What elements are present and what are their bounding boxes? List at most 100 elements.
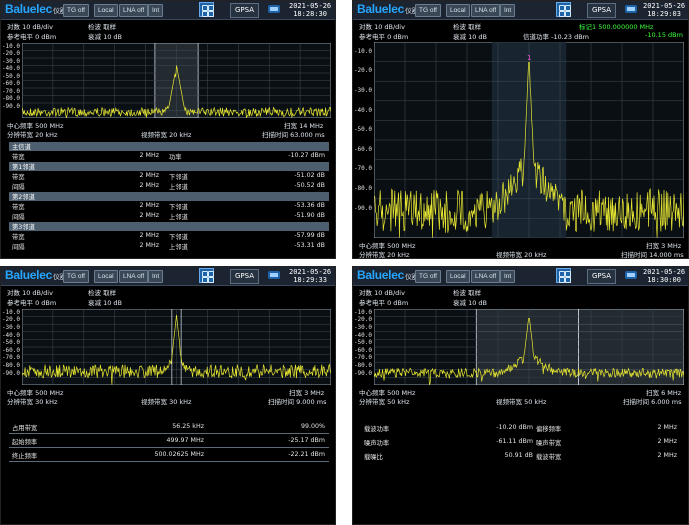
y-tick-label: -30.0 bbox=[353, 87, 372, 94]
int-button[interactable]: Int bbox=[148, 270, 164, 283]
table-cell: 载噪比 bbox=[364, 454, 383, 461]
y-tick-label: -50.0 bbox=[353, 126, 372, 134]
table-cell: 2 MHz bbox=[657, 438, 677, 445]
lna-button[interactable]: LNA off bbox=[471, 4, 501, 17]
rbw-label: 分辨带宽 30 kHz bbox=[7, 398, 58, 406]
row-divider bbox=[9, 461, 329, 462]
header-bar: Baluelec仪器 TG off Local LNA off Int GPSA… bbox=[353, 1, 688, 20]
table-cell: 2 MHz bbox=[139, 172, 159, 179]
table-cell: 终止频率 bbox=[12, 453, 38, 460]
local-button[interactable]: Local bbox=[446, 4, 470, 17]
table-section-header: 第1邻道 bbox=[9, 162, 329, 171]
y-tick-label: -50.0 bbox=[353, 339, 372, 347]
attenuation-label: 衰减 10 dB bbox=[88, 299, 122, 307]
attenuation-label: 衰减 10 dB bbox=[453, 299, 487, 307]
lna-button[interactable]: LNA off bbox=[119, 4, 149, 17]
table-cell: 带宽 bbox=[12, 154, 25, 161]
table-row: 终止频率 500.02625 MHz -22.21 dBm bbox=[9, 451, 329, 460]
y-tick-label: -30.0 bbox=[1, 324, 20, 331]
y-tick-label: -70.0 bbox=[353, 354, 372, 362]
table-cell: 间隔 bbox=[12, 214, 25, 221]
mode-gpsa-button[interactable]: GPSA bbox=[230, 269, 260, 284]
int-button[interactable]: Int bbox=[148, 4, 164, 17]
local-button[interactable]: Local bbox=[94, 270, 118, 283]
section-label: 第3邻道 bbox=[12, 224, 35, 231]
table-cell: 上邻道 bbox=[169, 214, 188, 221]
y-tick-label: -30.0 bbox=[353, 324, 372, 331]
y-tick-label: -80.0 bbox=[1, 95, 20, 103]
y-tick-label: -80.0 bbox=[1, 362, 20, 369]
menu-grid-icon[interactable] bbox=[199, 268, 214, 283]
table-cell: 带宽 bbox=[12, 204, 25, 211]
y-tick-label: -90.0 bbox=[353, 369, 372, 377]
lna-button[interactable]: LNA off bbox=[119, 270, 149, 283]
scale-label: 对数 10 dB/div bbox=[359, 23, 405, 31]
table-cell: 2 MHz bbox=[139, 232, 159, 239]
ref-level-label: 参考电平 0 dBm bbox=[359, 299, 409, 307]
section-label: 第1邻道 bbox=[12, 164, 35, 171]
table-row: 载波功率 -10.20 dBm 偏移频率 2 MHz bbox=[361, 424, 681, 433]
int-button[interactable]: Int bbox=[500, 4, 516, 17]
y-tick-label: -60.0 bbox=[1, 80, 20, 88]
mode-gpsa-button[interactable]: GPSA bbox=[587, 269, 617, 284]
table-section-header: 主信道 bbox=[9, 142, 329, 151]
table-cell: -61.11 dBm bbox=[496, 438, 533, 445]
table-cell: -51.02 dB bbox=[294, 172, 325, 179]
vbw-label: 视频带宽 20 kHz bbox=[141, 131, 192, 139]
table-cell: 下邻道 bbox=[169, 234, 188, 241]
y-axis-labels: -10.0 -20.0 -30.0 -40.0 -50.0 -60.0 -70.0 -80.0… bbox=[1, 41, 21, 121]
tg-button[interactable]: TG off bbox=[415, 4, 441, 17]
table-cell: -57.99 dB bbox=[294, 232, 325, 239]
y-tick-label: -80.0 bbox=[353, 185, 372, 192]
row-divider bbox=[9, 447, 329, 448]
table-cell: 上邻道 bbox=[169, 184, 188, 191]
tg-button[interactable]: TG off bbox=[63, 270, 89, 283]
table-cell: 载波带宽 bbox=[536, 454, 562, 461]
tg-button[interactable]: TG off bbox=[63, 4, 89, 17]
spectrum-plot: 1 bbox=[374, 42, 684, 238]
menu-grid-icon[interactable] bbox=[199, 2, 214, 17]
table-row: 带宽 2 MHz 下邻道 -51.02 dB bbox=[9, 172, 329, 181]
menu-grid-icon[interactable] bbox=[556, 268, 571, 283]
y-tick-label: -40.0 bbox=[353, 331, 372, 339]
table-cell: 2 MHz bbox=[139, 212, 159, 219]
lna-button[interactable]: LNA off bbox=[471, 270, 501, 283]
y-tick-label: -40.0 bbox=[1, 65, 20, 73]
y-tick-label: -60.0 bbox=[353, 145, 372, 153]
table-cell: 2 MHz bbox=[657, 452, 677, 459]
table-row: 带宽 2 MHz 下邻道 -53.36 dB bbox=[9, 202, 329, 211]
y-tick-label: -70.0 bbox=[353, 165, 372, 173]
spectrum-svg bbox=[22, 43, 331, 118]
y-tick-label: -10.0 bbox=[1, 308, 20, 316]
mode-gpsa-button[interactable]: GPSA bbox=[230, 3, 260, 18]
table-cell: 带宽 bbox=[12, 174, 25, 181]
table-row: 间隔 2 MHz 上邻道 -50.52 dB bbox=[9, 182, 329, 191]
table-cell: 下邻道 bbox=[169, 174, 188, 181]
table-row: 载噪比 50.91 dB 载波带宽 2 MHz bbox=[361, 452, 681, 461]
menu-grid-icon[interactable] bbox=[556, 2, 571, 17]
tg-button[interactable]: TG off bbox=[415, 270, 441, 283]
y-tick-label: -90.0 bbox=[1, 369, 20, 377]
table-cell: 500.02625 MHz bbox=[154, 451, 204, 458]
panel-occupied-bw: Baluelec仪器 TG off Local LNA off Int GPSA… bbox=[0, 266, 336, 525]
table-cell: 下邻道 bbox=[169, 204, 188, 211]
brand-logo: Baluelec仪器 bbox=[5, 2, 67, 16]
datetime: 2021-05-26 18:29:03 bbox=[643, 2, 686, 18]
panel-channel-power: Baluelec仪器 TG off Local LNA off Int GPSA… bbox=[352, 0, 689, 259]
table-row: 间隔 2 MHz 上邻道 -51.90 dB bbox=[9, 212, 329, 221]
table-cell: 偏移频率 bbox=[536, 426, 562, 433]
int-button[interactable]: Int bbox=[500, 270, 516, 283]
table-row: 噪声功率 -61.11 dBm 噪声带宽 2 MHz bbox=[361, 438, 681, 447]
table-cell: -51.90 dB bbox=[294, 212, 325, 219]
y-tick-label: -50.0 bbox=[1, 72, 20, 80]
y-tick-label: -20.0 bbox=[353, 316, 372, 324]
local-button[interactable]: Local bbox=[446, 270, 470, 283]
y-tick-label: -10.0 bbox=[1, 42, 20, 50]
y-tick-label: -70.0 bbox=[1, 354, 20, 362]
section-label: 主信道 bbox=[12, 144, 31, 151]
table-section-header: 第2邻道 bbox=[9, 192, 329, 201]
mode-gpsa-button[interactable]: GPSA bbox=[587, 3, 617, 18]
table-section-header: 第3邻道 bbox=[9, 222, 329, 231]
local-button[interactable]: Local bbox=[94, 4, 118, 17]
table-cell: 50.91 dB bbox=[504, 452, 533, 459]
